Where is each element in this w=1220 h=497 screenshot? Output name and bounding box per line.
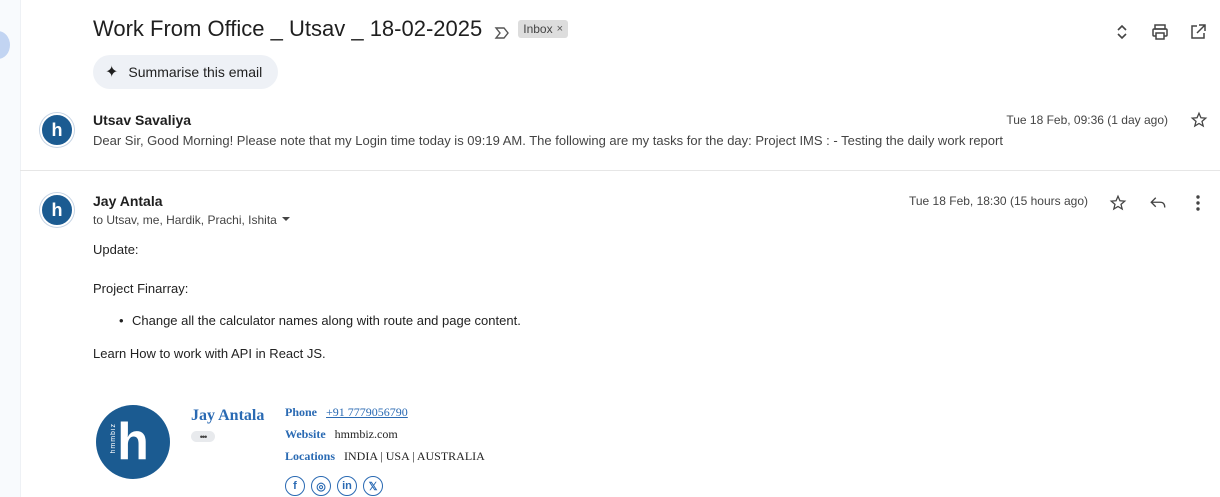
sender-avatar[interactable]: h xyxy=(37,190,77,230)
show-trimmed-content-button[interactable]: ••• xyxy=(191,431,215,442)
x-twitter-icon[interactable]: 𝕏 xyxy=(363,476,383,496)
facebook-icon[interactable]: f xyxy=(285,476,305,496)
message-date: Tue 18 Feb, 09:36 (1 day ago) xyxy=(1006,113,1168,127)
message-divider xyxy=(20,170,1220,171)
remove-label-icon[interactable]: × xyxy=(557,23,563,35)
signature-phone-row: Phone +91 7779056790 xyxy=(285,405,408,419)
logo-small-text: hmmbiz xyxy=(110,423,117,454)
summarise-email-button[interactable]: ✦ Summarise this email xyxy=(93,55,279,89)
inbox-label-chip[interactable]: Inbox × xyxy=(518,20,569,38)
sparkle-icon: ✦ xyxy=(105,64,119,81)
linkedin-icon[interactable]: in xyxy=(337,476,357,496)
sender-name[interactable]: Jay Antala xyxy=(93,193,163,209)
star-icon[interactable] xyxy=(1190,111,1208,134)
signature-locations-row: Locations INDIA | USA | AUSTRALIA xyxy=(285,449,485,463)
thread-actions xyxy=(1112,22,1208,42)
company-logo: hmmbiz h xyxy=(96,405,170,479)
reply-icon[interactable] xyxy=(1148,193,1168,213)
message-snippet[interactable]: Dear Sir, Good Morning! Please note that… xyxy=(93,133,1003,148)
show-details-icon[interactable] xyxy=(281,213,291,227)
more-options-icon[interactable] xyxy=(1188,193,1208,213)
body-line: Learn How to work with API in React JS. xyxy=(93,346,326,361)
sender-name[interactable]: Utsav Savaliya xyxy=(93,112,191,128)
subject-text: Work From Office _ Utsav _ 18-02-2025 xyxy=(93,16,483,41)
star-icon[interactable] xyxy=(1108,193,1128,213)
expand-all-icon[interactable] xyxy=(1112,22,1132,42)
body-bullet: Change all the calculator names along wi… xyxy=(119,313,521,328)
website-link[interactable]: hmmbiz.com xyxy=(335,427,398,441)
summarise-label: Summarise this email xyxy=(128,64,263,80)
left-rail xyxy=(0,0,21,497)
label-text: Inbox xyxy=(523,22,553,36)
signature-website-row: Website hmmbiz.com xyxy=(285,427,398,441)
social-links: f ◎ in 𝕏 xyxy=(285,476,383,496)
message-actions xyxy=(1108,193,1208,213)
sender-avatar[interactable]: h xyxy=(37,110,77,150)
email-subject: Work From Office _ Utsav _ 18-02-2025 In… xyxy=(93,16,569,42)
open-in-new-window-icon[interactable] xyxy=(1188,22,1208,42)
message-date: Tue 18 Feb, 18:30 (15 hours ago) xyxy=(908,194,1088,208)
importance-marker-icon[interactable] xyxy=(494,21,510,39)
recipients-line[interactable]: to Utsav, me, Hardik, Prachi, Ishita xyxy=(93,213,291,227)
print-icon[interactable] xyxy=(1150,22,1170,42)
instagram-icon[interactable]: ◎ xyxy=(311,476,331,496)
compose-button-edge[interactable] xyxy=(0,31,10,59)
phone-link[interactable]: +91 7779056790 xyxy=(326,405,408,419)
body-line: Project Finarray: xyxy=(93,281,189,296)
signature-name: Jay Antala xyxy=(191,407,265,424)
body-line: Update: xyxy=(93,242,139,257)
